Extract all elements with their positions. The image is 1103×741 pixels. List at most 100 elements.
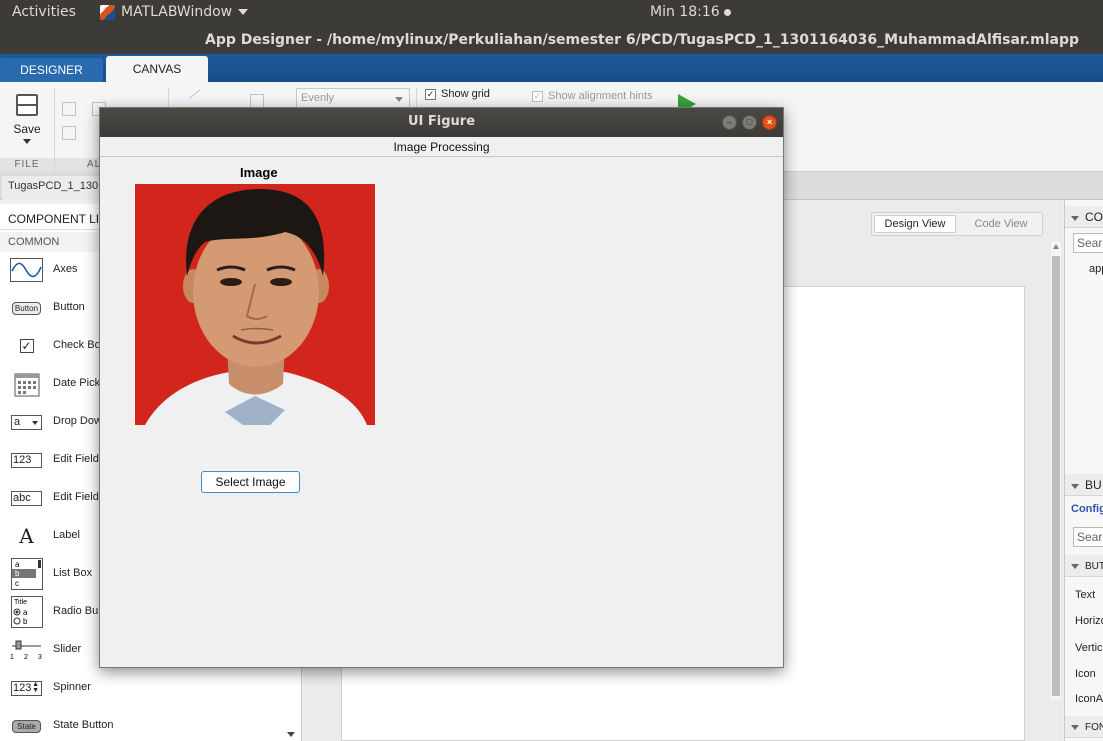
library-item-spinner[interactable]: 123 ▲ ▼ Spinner xyxy=(0,670,301,706)
activities-button[interactable]: Activities xyxy=(12,4,76,20)
svg-text:2: 2 xyxy=(24,654,28,661)
align-left-icon[interactable] xyxy=(62,102,76,116)
design-view-button[interactable]: Design View xyxy=(874,215,956,233)
spinner-arrows-icon: ▲ ▼ xyxy=(32,680,39,694)
library-item-label: Slider xyxy=(53,643,82,655)
group-label-file: FILE xyxy=(0,158,54,172)
dropdown-icon-text: a xyxy=(14,415,21,428)
scrollbar-thumb[interactable] xyxy=(1052,256,1060,696)
property-vertical-alignment: Vertic xyxy=(1075,642,1103,654)
matlab-icon xyxy=(100,4,115,20)
checkbox-checked-icon: ✓ xyxy=(425,88,436,100)
scroll-down-icon[interactable] xyxy=(287,732,295,737)
chevron-down-icon xyxy=(238,9,249,15)
show-grid-checkbox[interactable]: ✓ Show grid xyxy=(425,88,490,100)
same-size-icon[interactable] xyxy=(250,94,264,108)
chevron-down-icon xyxy=(32,420,38,425)
save-button[interactable]: Save xyxy=(8,90,46,150)
align-top-icon[interactable] xyxy=(62,126,76,140)
svg-text:a: a xyxy=(23,608,28,617)
property-text: Text xyxy=(1075,589,1096,601)
scroll-up-icon[interactable] xyxy=(1053,244,1059,249)
text-field-icon-text: abc xyxy=(11,490,42,506)
svg-text:c: c xyxy=(15,579,19,588)
image-processing-panel: Image Processing Image Select Image xyxy=(100,137,783,667)
svg-text:b: b xyxy=(15,569,20,578)
clock-label: Min 18:16 xyxy=(650,4,720,20)
component-browser-header[interactable]: CO xyxy=(1065,206,1103,228)
font-section-header[interactable]: FON xyxy=(1065,716,1103,738)
window-title-bar[interactable]: App Designer - /home/mylinux/Perkuliahan… xyxy=(0,26,1103,54)
dropdown-icon-box: a xyxy=(11,414,42,430)
collapse-icon xyxy=(1071,216,1079,221)
checkbox-icon-mark: ✓ xyxy=(19,339,34,353)
library-item-label: Radio Bu xyxy=(53,605,99,617)
close-icon[interactable]: × xyxy=(762,115,777,130)
dropdown-icon: a xyxy=(10,410,43,434)
view-toggle: Design View Code View xyxy=(871,212,1043,236)
inspector-panel: CO Searc app BU Config Searc BUT Text Ho… xyxy=(1064,200,1103,741)
show-alignment-hints-label: Show alignment hints xyxy=(548,90,653,102)
button-section-header[interactable]: BUT xyxy=(1065,555,1103,577)
slider-icon: 1 2 3 xyxy=(10,638,43,662)
chevron-down-icon xyxy=(23,139,31,144)
library-item-label: Edit Field xyxy=(53,453,99,465)
save-label: Save xyxy=(13,122,41,136)
canvas-scrollbar[interactable] xyxy=(1051,242,1061,700)
properties-search[interactable]: Searc xyxy=(1073,527,1103,547)
svg-text:Title: Title xyxy=(14,599,27,606)
numeric-field-icon: 123 xyxy=(10,448,43,472)
label-icon: A xyxy=(10,524,43,548)
property-icon-alignment: IconA xyxy=(1075,693,1103,705)
toolstrip-tabs: DESIGNER CANVAS xyxy=(0,54,1103,82)
button-icon-text: Button xyxy=(11,301,42,315)
font-section-title: FON xyxy=(1085,722,1103,733)
tab-designer[interactable]: DESIGNER xyxy=(0,58,103,82)
svg-text:1: 1 xyxy=(10,654,14,661)
collapse-icon xyxy=(1071,564,1079,569)
clock[interactable]: Min 18:16 xyxy=(650,4,731,20)
property-icon: Icon xyxy=(1075,668,1096,680)
select-image-button[interactable]: Select Image xyxy=(201,471,300,493)
svg-text:a: a xyxy=(15,560,20,569)
resize-icon[interactable] xyxy=(189,89,209,109)
spinner-icon-text: 123 xyxy=(13,681,32,694)
property-horizontal-alignment: Horizo xyxy=(1075,615,1103,627)
state-button-icon: State xyxy=(10,714,43,738)
app-menu[interactable]: MATLABWindow xyxy=(100,4,249,20)
image-label: Image xyxy=(240,165,278,180)
calendar-icon xyxy=(10,372,43,397)
library-item-label: Edit Field xyxy=(53,491,99,503)
text-field-icon: abc xyxy=(10,486,43,510)
ui-figure-title-bar[interactable]: UI Figure – □ × xyxy=(100,108,783,137)
spacing-dropdown-value: Evenly xyxy=(301,92,335,104)
document-tab[interactable]: TugasPCD_1_130 xyxy=(2,176,105,200)
library-item-label: Label xyxy=(53,529,80,541)
properties-header[interactable]: BU xyxy=(1065,474,1103,496)
library-item-label: List Box xyxy=(53,567,93,579)
library-item-label: Button xyxy=(53,301,85,313)
spacing-dropdown[interactable]: Evenly xyxy=(296,88,410,108)
minimize-icon[interactable]: – xyxy=(722,115,737,130)
configure-link[interactable]: Config xyxy=(1071,503,1103,515)
ui-figure-window: UI Figure – □ × Image Processing Image S… xyxy=(99,107,784,668)
window-title: App Designer - /home/mylinux/Perkuliahan… xyxy=(205,32,1079,48)
library-item-label: Drop Dow xyxy=(53,415,102,427)
component-browser-search[interactable]: Searc xyxy=(1073,233,1103,253)
maximize-icon[interactable]: □ xyxy=(742,115,757,130)
button-section-title: BUT xyxy=(1085,561,1103,572)
save-icon xyxy=(16,94,38,116)
library-item-label: Check Bo xyxy=(53,339,101,351)
ui-figure-title: UI Figure xyxy=(407,114,476,129)
library-item-state-button[interactable]: State State Button xyxy=(0,708,301,741)
component-tree-item[interactable]: app xyxy=(1089,263,1103,275)
show-alignment-hints-checkbox[interactable]: ✓ Show alignment hints xyxy=(532,90,653,102)
tab-canvas[interactable]: CANVAS xyxy=(106,56,208,82)
collapse-icon xyxy=(1071,725,1079,730)
component-browser-title: CO xyxy=(1085,210,1103,224)
code-view-button[interactable]: Code View xyxy=(962,216,1040,232)
chevron-down-icon xyxy=(395,97,403,102)
library-item-label: Spinner xyxy=(53,681,91,693)
properties-title: BU xyxy=(1085,478,1102,492)
label-icon-text: A xyxy=(19,524,34,548)
